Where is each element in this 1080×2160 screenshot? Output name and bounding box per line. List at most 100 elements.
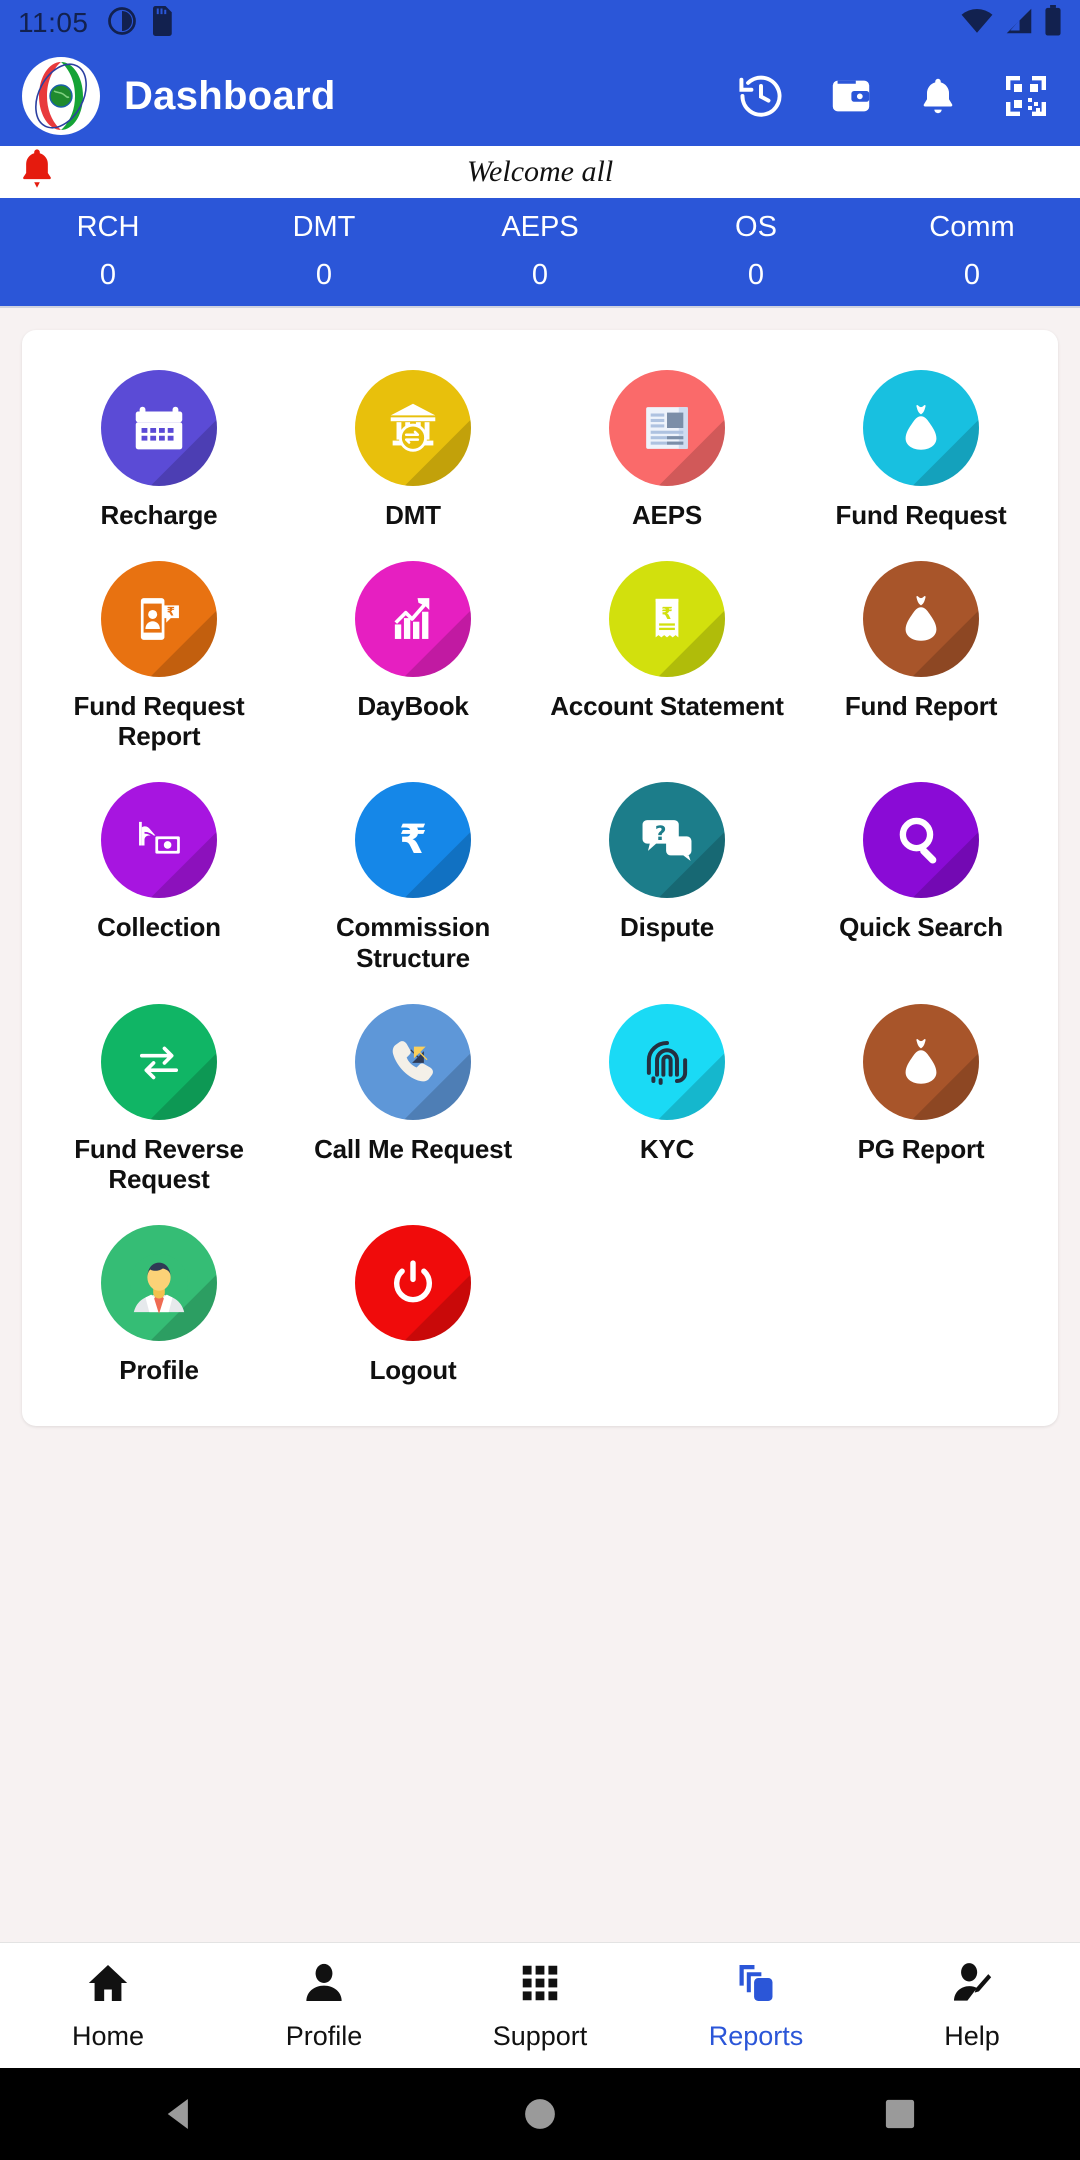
power-off-icon <box>355 1224 471 1341</box>
menu-tile-label: Fund Request Report <box>73 690 245 752</box>
status-bar-left-icons <box>107 5 175 41</box>
menu-tile-collection[interactable]: Collection <box>32 768 286 983</box>
status-bar-right-icons <box>960 4 1062 42</box>
nav-item-reports[interactable]: Reports <box>648 1960 864 2052</box>
menu-tile-label: Collection <box>97 912 221 943</box>
menu-tile-label: Quick Search <box>839 912 1003 943</box>
stat-value: 0 <box>747 259 765 292</box>
stat-comm[interactable]: Comm 0 <box>864 208 1080 290</box>
money-bag-icon <box>863 370 979 487</box>
nav-item-home[interactable]: Home <box>0 1960 216 2052</box>
menu-tile-dispute[interactable]: ? Dispute <box>540 768 794 983</box>
wallet-icon[interactable] <box>828 73 874 119</box>
menu-tile-label: Recharge <box>100 500 218 531</box>
menu-tile-label: Fund Request <box>835 500 1007 531</box>
sd-card-icon <box>151 5 175 41</box>
menu-tile-fund-reverse-request[interactable]: Fund Reverse Request <box>32 990 286 1205</box>
bar-chart-growth-icon <box>355 560 471 677</box>
menu-tile-label: Dispute <box>620 912 714 943</box>
menu-tile-profile[interactable]: Profile <box>32 1211 286 1396</box>
person-icon <box>301 1960 347 2011</box>
svg-text:?: ? <box>655 822 667 845</box>
menu-tile-account-statement[interactable]: ₹ Account Statement <box>540 547 794 762</box>
hand-cash-icon <box>101 782 217 899</box>
menu-tile-label: DayBook <box>357 690 469 721</box>
history-icon[interactable] <box>736 71 786 121</box>
stat-dmt[interactable]: DMT 0 <box>216 208 432 290</box>
stat-label: Comm <box>929 211 1015 243</box>
svg-text:₹: ₹ <box>167 604 175 618</box>
mobile-rupee-request-icon: ₹ <box>101 560 217 677</box>
back-triangle-icon[interactable] <box>0 2093 360 2135</box>
announcement-bell-icon <box>16 147 58 198</box>
menu-tile-call-me-request[interactable]: Call Me Request <box>286 990 540 1205</box>
stat-rch[interactable]: RCH 0 <box>0 208 216 290</box>
menu-tile-aeps[interactable]: AEPS <box>540 356 794 541</box>
money-bag-icon <box>863 560 979 677</box>
cellular-signal-icon <box>1004 6 1034 41</box>
home-circle-icon[interactable] <box>360 2095 720 2133</box>
nav-label: Support <box>492 2020 588 2051</box>
money-bag-icon <box>863 1003 979 1120</box>
svg-text:₹: ₹ <box>399 817 427 863</box>
app-bar: Dashboard <box>0 46 1080 146</box>
phone-callback-icon <box>355 1003 471 1120</box>
menu-tile-label: KYC <box>639 1133 695 1164</box>
menu-tile-label: PG Report <box>857 1133 985 1164</box>
grid-dots-icon <box>517 1960 563 2011</box>
stat-aeps[interactable]: AEPS 0 <box>432 208 648 290</box>
welcome-message: Welcome all <box>466 155 614 188</box>
qr-scan-icon[interactable] <box>1002 72 1050 120</box>
menu-tile-label: Fund Report <box>844 690 998 721</box>
nav-label: Help <box>944 2020 1000 2051</box>
app-bar-actions <box>736 71 1058 121</box>
user-avatar-icon <box>101 1224 217 1341</box>
menu-tile-label: DMT <box>385 500 441 531</box>
battery-icon <box>1044 4 1062 42</box>
menu-tile-fund-request-report[interactable]: ₹ Fund Request Report <box>32 547 286 762</box>
menu-card: Recharge DMT AEPS Fund Request ₹ Fund Req… <box>22 330 1058 1426</box>
stat-os[interactable]: OS 0 <box>648 208 864 290</box>
svg-text:₹: ₹ <box>661 604 673 623</box>
stat-label: OS <box>735 211 777 243</box>
system-navigation-bar <box>0 2068 1080 2160</box>
stat-value: 0 <box>963 259 981 292</box>
calendar-recharge-icon <box>101 370 217 487</box>
menu-tile-dmt[interactable]: DMT <box>286 356 540 541</box>
app-root: 11:05 Dashboard Welcome all RCH 0 DMT 0 … <box>0 0 1080 2160</box>
menu-tile-pg-report[interactable]: PG Report <box>794 990 1048 1205</box>
question-chat-icon: ? <box>609 782 725 899</box>
recents-square-icon[interactable] <box>720 2096 1080 2132</box>
fingerprint-icon <box>609 1003 725 1120</box>
menu-tile-fund-request[interactable]: Fund Request <box>794 356 1048 541</box>
nav-item-support[interactable]: Support <box>432 1960 648 2052</box>
nav-label: Home <box>71 2020 145 2051</box>
bank-transfer-icon <box>355 370 471 487</box>
menu-tile-label: Commission Structure <box>335 912 491 973</box>
welcome-strip: Welcome all <box>0 146 1080 198</box>
menu-tile-logout[interactable]: Logout <box>286 1211 540 1396</box>
rupee-symbol-icon: ₹ <box>355 782 471 899</box>
status-bar-clock: 11:05 <box>18 7 89 38</box>
menu-tile-quick-search[interactable]: Quick Search <box>794 768 1048 983</box>
stat-label: DMT <box>292 211 356 243</box>
rupee-receipt-icon: ₹ <box>609 560 725 677</box>
menu-tile-daybook[interactable]: DayBook <box>286 547 540 762</box>
person-edit-icon <box>949 1960 995 2011</box>
menu-tile-label: Logout <box>369 1354 457 1385</box>
stat-value: 0 <box>99 259 117 292</box>
magnifier-search-icon <box>863 782 979 899</box>
stat-label: RCH <box>76 211 140 243</box>
menu-tile-commission-structure[interactable]: ₹ Commission Structure <box>286 768 540 983</box>
menu-tile-kyc[interactable]: KYC <box>540 990 794 1205</box>
menu-tile-recharge[interactable]: Recharge <box>32 356 286 541</box>
bottom-navigation: Home Profile Support Reports Help <box>0 1942 1080 2068</box>
two-way-arrows-icon <box>101 1003 217 1120</box>
menu-tile-fund-report[interactable]: Fund Report <box>794 547 1048 762</box>
menu-tile-label: AEPS <box>631 500 702 531</box>
notification-bell-icon[interactable] <box>916 73 960 119</box>
nav-item-profile[interactable]: Profile <box>216 1960 432 2052</box>
stat-value: 0 <box>531 259 549 292</box>
nav-item-help[interactable]: Help <box>864 1960 1080 2052</box>
stat-label: AEPS <box>501 211 579 243</box>
